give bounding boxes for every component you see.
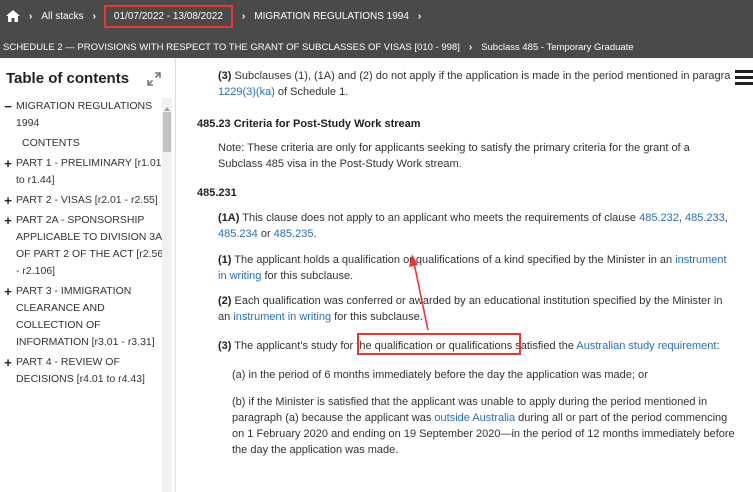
paragraph-text: The applicant's study for	[231, 340, 357, 352]
paragraph-text: during all or part of the period commenc…	[515, 412, 728, 424]
breadcrumb-migration-regulations[interactable]: MIGRATION REGULATIONS 1994	[254, 11, 409, 22]
expand-plus-icon[interactable]: +	[2, 283, 14, 300]
toc-item-part-2[interactable]: + PART 2 - VISAS [r2.01 - r2.55]	[0, 192, 164, 209]
paragraph-text: satisfied the	[512, 340, 577, 352]
chevron-right-icon: ›	[92, 10, 96, 22]
note-text: Note: These criteria are only for applic…	[218, 142, 690, 154]
heading-text: 485.231	[197, 187, 237, 199]
paragraph-subclause-3: (3) Subclauses (1), (1A) and (2) do not …	[218, 68, 753, 100]
expand-plus-icon[interactable]: +	[2, 212, 14, 229]
paragraph-3a: (a) in the period of 6 months immediatel…	[232, 367, 753, 383]
toc-title: Table of contents	[6, 69, 130, 87]
expand-plus-icon[interactable]: +	[2, 192, 14, 209]
paragraph-text: of Schedule 1.	[274, 86, 349, 98]
toc-item-part-2a[interactable]: + PART 2A - SPONSORSHIP APPLICABLE TO DI…	[0, 212, 164, 280]
link-instrument[interactable]: instrument	[675, 254, 726, 266]
toc-item-label: PART 2A - SPONSORSHIP APPLICABLE TO DIVI…	[16, 214, 164, 277]
paragraph-text: This clause does not apply to an applica…	[239, 212, 640, 224]
paragraph-text: (b) if the Minister is satisfied that th…	[232, 396, 708, 408]
paragraph-text: The applicant holds a qualification or q…	[231, 254, 676, 266]
table-of-contents-panel: Table of contents − MIGRATION REGULATION…	[0, 58, 176, 492]
link-outside-australia[interactable]: outside Australia	[434, 412, 515, 424]
paragraph-text: for this subclause.	[331, 311, 423, 323]
chevron-right-icon: ›	[468, 41, 473, 53]
breadcrumb-all-stacks[interactable]: All stacks	[41, 11, 83, 22]
note-paragraph: Note: These criteria are only for applic…	[218, 140, 753, 172]
paragraph-text: paragraph (a) because the applicant was	[232, 412, 435, 424]
scroll-up-icon[interactable]	[163, 100, 171, 111]
chevron-right-icon: ›	[241, 10, 246, 22]
toc-item-part-1[interactable]: + PART 1 - PRELIMINARY [r1.01 to r1.44]	[0, 155, 164, 189]
paragraph-1a: (1A) This clause does not apply to an ap…	[218, 212, 728, 240]
toc-item-part-4[interactable]: + PART 4 - REVIEW OF DECISIONS [r4.01 to…	[0, 354, 164, 388]
toc-item-part-3[interactable]: + PART 3 - IMMIGRATION CLEARANCE AND COL…	[0, 283, 164, 351]
paragraph-1: (1) The applicant holds a qualification …	[218, 252, 753, 284]
toc-item-contents[interactable]: CONTENTS	[0, 135, 164, 152]
toc-list: − MIGRATION REGULATIONS 1994 CONTENTS + …	[0, 98, 164, 391]
paragraph-number: (1)	[218, 254, 232, 266]
expand-plus-icon[interactable]: +	[2, 354, 14, 371]
section-heading-485-23: 485.23 Criteria for Post-Study Work stre…	[197, 116, 421, 132]
breadcrumb-subclass-485[interactable]: Subclass 485 - Temporary Graduate	[481, 42, 633, 53]
paragraph-number: (2)	[218, 295, 232, 307]
link-485-235[interactable]: 485.235	[274, 228, 314, 240]
link-1229-3-ka[interactable]: 1229(3)(ka)	[218, 86, 275, 98]
link-instrument-in-writing[interactable]: instrument in writing	[233, 311, 331, 323]
paragraph-text: for this subclause.	[261, 270, 354, 282]
header-bar: › All stacks › 01/07/2022 - 13/08/2022 ›…	[0, 0, 753, 58]
breadcrumb-date-range[interactable]: 01/07/2022 - 13/08/2022	[103, 4, 233, 28]
toc-item-label: PART 1 - PRELIMINARY [r1.01 to r1.44]	[16, 157, 162, 186]
toc-scrollbar[interactable]	[162, 98, 172, 492]
expand-icon[interactable]	[147, 72, 161, 86]
breadcrumb-secondary: SCHEDULE 2 — PROVISIONS WITH RESPECT TO …	[0, 36, 753, 58]
expand-plus-icon[interactable]: +	[2, 155, 14, 172]
document-content: (3) Subclauses (1), (1A) and (2) do not …	[177, 58, 753, 492]
paragraph-text: :	[716, 340, 720, 352]
link-485-234[interactable]: 485.234	[218, 228, 258, 240]
menu-icon[interactable]	[735, 70, 753, 86]
breadcrumb-schedule-2[interactable]: SCHEDULE 2 — PROVISIONS WITH RESPECT TO …	[3, 42, 460, 53]
note-text: Subclass 485 visa in the Post-Study Work…	[218, 158, 462, 170]
highlight-box	[357, 333, 521, 355]
home-icon[interactable]	[6, 10, 20, 22]
chevron-right-icon: ›	[417, 10, 422, 22]
toc-item-label: PART 2 - VISAS [r2.01 - r2.55]	[16, 194, 158, 206]
section-heading-485-231: 485.231	[197, 185, 237, 201]
link-485-233[interactable]: 485.233	[685, 212, 725, 224]
toc-item-label: PART 3 - IMMIGRATION CLEARANCE AND COLLE…	[16, 285, 155, 348]
toc-item-migration-regulations[interactable]: − MIGRATION REGULATIONS 1994	[0, 98, 164, 132]
paragraph-number: (3)	[218, 340, 232, 352]
toc-item-label: PART 4 - REVIEW OF DECISIONS [r4.01 to r…	[16, 356, 145, 385]
paragraph-number: (3)	[218, 70, 232, 82]
paragraph-text: the day the application was made.	[232, 444, 399, 456]
chevron-right-icon: ›	[29, 10, 33, 22]
paragraph-text: or	[257, 228, 274, 240]
scroll-thumb[interactable]	[163, 112, 171, 152]
link-485-232[interactable]: 485.232	[639, 212, 679, 224]
link-australian-study-requirement[interactable]: Australian study requirement	[576, 340, 716, 352]
paragraph-text: Subclauses (1), (1A) and (2) do not appl…	[231, 70, 731, 82]
paragraph-text: Each qualification was conferred or awar…	[231, 295, 723, 307]
breadcrumb: › All stacks › 01/07/2022 - 13/08/2022 ›…	[0, 0, 753, 32]
paragraph-2: (2) Each qualification was conferred or …	[218, 293, 753, 325]
paragraph-text: on 1 February 2020 and ending on 19 Sept…	[232, 428, 735, 440]
paragraph-3b: (b) if the Minister is satisfied that th…	[232, 394, 753, 458]
heading-text: 485.23 Criteria for Post-Study Work stre…	[197, 118, 421, 130]
paragraph-text: an	[218, 311, 234, 323]
toc-item-label: CONTENTS	[22, 137, 80, 149]
collapse-icon[interactable]: −	[2, 98, 14, 115]
paragraph-number: (1A)	[218, 212, 240, 224]
paragraph-text: (a) in the period of 6 months immediatel…	[232, 369, 648, 381]
link-in-writing[interactable]: in writing	[218, 270, 261, 282]
toc-item-label: MIGRATION REGULATIONS 1994	[16, 100, 153, 129]
